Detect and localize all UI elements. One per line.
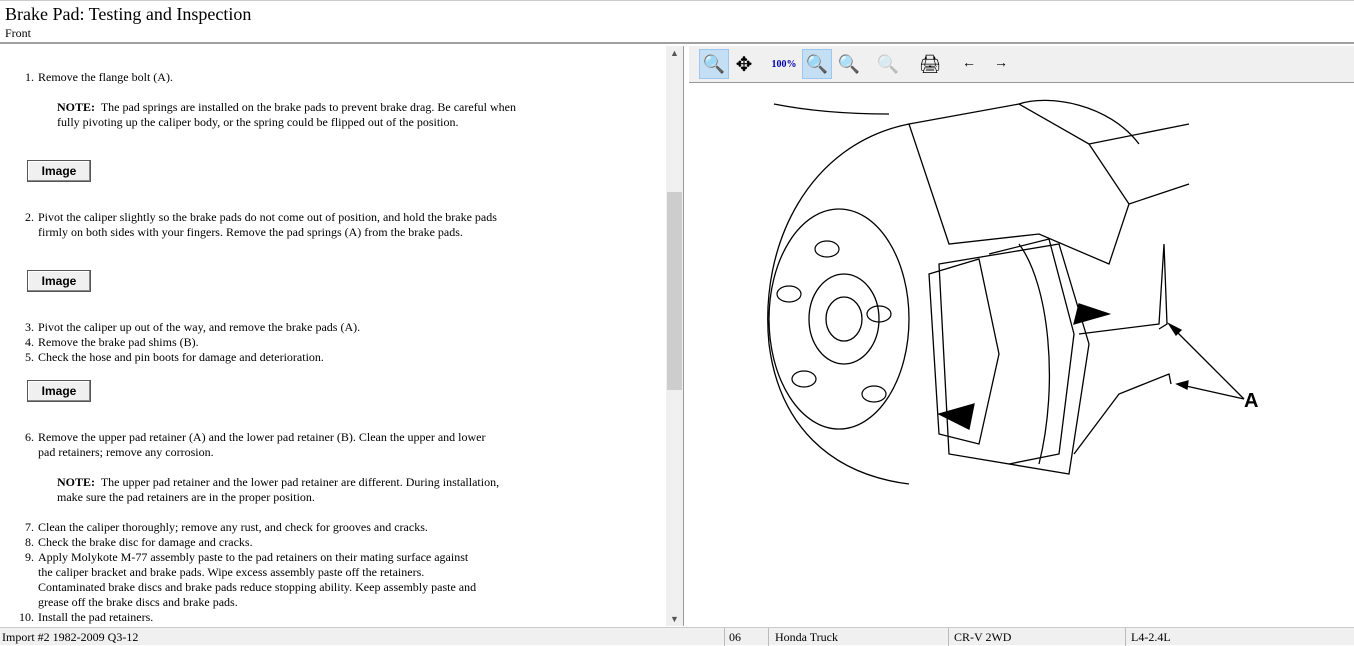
previous-image-icon[interactable]: ← bbox=[954, 49, 984, 79]
zoom-width-icon[interactable]: 🔍 bbox=[834, 49, 864, 79]
step-2: 2. Pivot the caliper slightly so the brak… bbox=[25, 210, 497, 239]
status-model: CR-V 2WD bbox=[954, 630, 1012, 644]
scroll-thumb[interactable] bbox=[667, 192, 682, 390]
print-icon[interactable]: 🖨 bbox=[915, 49, 945, 79]
callout-a: A bbox=[1244, 390, 1258, 412]
step-1: 1. Remove the flange bolt (A). bbox=[25, 70, 173, 84]
vertical-scrollbar[interactable]: ▲ ▼ bbox=[666, 46, 683, 626]
step-6: 6. Remove the upper pad retainer (A) and … bbox=[25, 430, 486, 459]
header: Brake Pad: Testing and Inspection Front bbox=[0, 0, 1354, 44]
image-button-1[interactable]: Image bbox=[27, 160, 91, 182]
note-1: NOTE: The pad springs are installed on t… bbox=[57, 100, 516, 129]
step-3: 3. Pivot the caliper up out of the way, a… bbox=[25, 320, 361, 334]
zoom-100-icon[interactable]: 100% bbox=[769, 49, 799, 79]
scroll-up-icon[interactable]: ▲ bbox=[666, 48, 683, 58]
status-bar: Import #2 1982-2009 Q3-12 06 Honda Truck… bbox=[0, 627, 1354, 646]
step-9: 9. Apply Molykote M-77 assembly paste to … bbox=[25, 550, 477, 609]
step-7: 7. Clean the caliper thoroughly; remove a… bbox=[25, 520, 428, 534]
status-source: Import #2 1982-2009 Q3-12 bbox=[2, 630, 139, 644]
image-button-3[interactable]: Image bbox=[27, 380, 91, 402]
status-year: 06 bbox=[729, 630, 741, 644]
procedure-panel: 1. Remove the flange bolt (A). NOTE: The … bbox=[0, 46, 684, 626]
zoom-out-icon[interactable]: 🔍 bbox=[873, 49, 903, 79]
next-image-icon[interactable]: → bbox=[986, 49, 1016, 79]
status-make: Honda Truck bbox=[775, 630, 839, 644]
step-8: 8. Check the brake disc for damage and cr… bbox=[25, 535, 253, 549]
pan-icon[interactable]: ✥ bbox=[729, 49, 759, 79]
zoom-in-icon[interactable]: 🔍 bbox=[699, 49, 729, 79]
zoom-fit-icon[interactable]: 🔍 bbox=[802, 49, 832, 79]
scroll-down-icon[interactable]: ▼ bbox=[666, 614, 683, 624]
page-subtitle: Front bbox=[5, 26, 32, 40]
step-5: 5. Check the hose and pin boots for damag… bbox=[25, 350, 324, 364]
step-10: 10. Install the pad retainers. bbox=[19, 610, 154, 624]
image-toolbar: 🔍 ✥ 100% 🔍 🔍 🔍 🖨 ← → bbox=[689, 46, 1354, 83]
step-4: 4. Remove the brake pad shims (B). bbox=[25, 335, 199, 349]
brake-caliper-illustration: A bbox=[767, 99, 1258, 485]
figure-panel: 🔍 ✥ 100% 🔍 🔍 🔍 🖨 ← → A bbox=[689, 46, 1354, 626]
page-title: Brake Pad: Testing and Inspection bbox=[5, 4, 252, 24]
note-2: NOTE: The upper pad retainer and the low… bbox=[57, 475, 500, 504]
status-engine: L4-2.4L bbox=[1131, 630, 1171, 644]
image-button-2[interactable]: Image bbox=[27, 270, 91, 292]
